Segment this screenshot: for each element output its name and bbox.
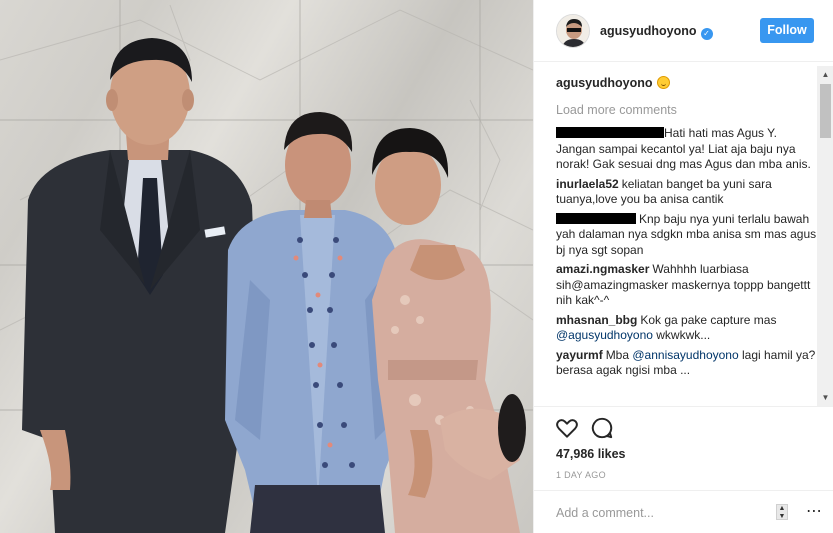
caption: agusyudhoyono [556,76,818,92]
comment-username[interactable]: yayurmf [556,348,603,362]
comment-mention-link[interactable]: @agusyudhoyono [556,328,653,342]
resize-spinner-icon[interactable]: ▲ ▼ [776,504,788,520]
scroll-down-arrow-icon[interactable]: ▼ [817,389,833,406]
header-username[interactable]: agusyudhoyono ✓ [600,24,713,40]
add-comment-bar: ▲▼ ⋯ [534,490,833,533]
avatar-image [557,15,589,47]
comment-item: amazi.ngmasker Wahhhh luarbiasa sih@amazi… [556,262,818,309]
load-more-comments-button[interactable]: Load more comments [556,103,818,119]
caption-username[interactable]: agusyudhoyono [556,76,653,90]
comment-text: Kok ga pake capture mas [640,312,777,327]
post-header: agusyudhoyono ✓ Follow [534,0,833,62]
verified-badge-icon: ✓ [700,28,713,40]
post-side-panel: agusyudhoyono ✓ Follow agusyudhoyono Load… [533,0,833,533]
comment-bubble-icon-svg [591,417,613,439]
comment-username[interactable]: inurlaela52 [556,177,619,191]
scroll-up-arrow-icon[interactable]: ▲ [817,66,833,83]
smile-emoji-icon [656,76,670,89]
likes-count[interactable]: 47,986 likes [556,447,626,461]
comment-item: Hati hati mas Agus Y. Jangan sampai keca… [556,126,818,173]
post-photo[interactable] [0,0,533,533]
more-options-icon[interactable]: ⋯ [806,504,822,521]
scrollbar-thumb[interactable] [820,84,831,138]
comment-text-tail: wkwkwk... [652,328,711,342]
follow-button[interactable]: Follow [760,18,814,43]
heart-icon[interactable] [554,415,580,441]
comment-item: Knp baju nya yuni terlalu bawah yah dala… [556,212,818,259]
avatar[interactable] [556,14,590,48]
post-timestamp[interactable]: 1 DAY AGO [556,470,606,480]
comments-scrollbar[interactable]: ▲ ▼ [817,66,833,406]
post-actions: 47,986 likes 1 DAY AGO [534,406,833,480]
username-text[interactable]: agusyudhoyono [600,24,697,38]
add-comment-input[interactable] [556,503,766,523]
redacted-username [556,127,664,138]
photo-illustration [0,0,533,533]
comment-bubble-icon[interactable] [589,415,615,441]
comment-username[interactable]: mhasnan_bbg [556,313,637,327]
comment-mention-link[interactable]: @annisayudhoyono [632,348,738,362]
comments-list: agusyudhoyono Load more comments Hati ha… [556,76,818,406]
comment-item: yayurmf Mba @annisayudhoyono lagi hamil y… [556,348,818,379]
heart-icon-svg [556,419,578,438]
man-figure [22,38,260,533]
comment-text: Mba [605,347,630,362]
redacted-username [556,212,636,224]
comment-item: inurlaela52 keliatan banget ba yuni sara … [556,177,818,208]
woman-pink-figure [372,128,526,533]
comment-username[interactable]: amazi.ngmasker [556,262,649,276]
comment-item: mhasnan_bbg Kok ga pake capture mas @agus… [556,313,818,344]
